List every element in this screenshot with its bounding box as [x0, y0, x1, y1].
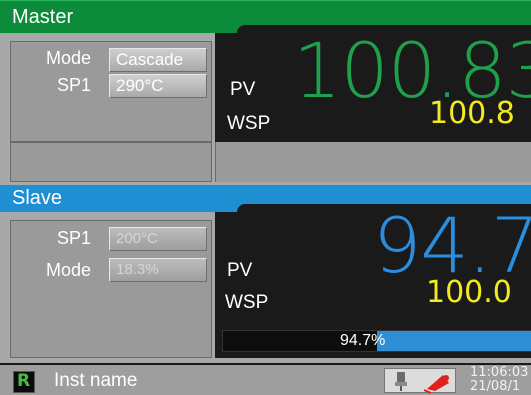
- status-icons[interactable]: [384, 368, 456, 394]
- slave-params-panel: SP1 200°C Mode 18.3%: [10, 220, 212, 358]
- slave-pv-value: 94.7: [373, 212, 531, 290]
- status-footer: R Inst name 11:06:03 21/08/1: [0, 363, 531, 395]
- slave-sp1-label: SP1: [56, 228, 91, 248]
- clock: 11:06:03 21/08/1: [470, 366, 528, 394]
- master-mode-label: Mode: [45, 48, 91, 68]
- master-header: Master: [0, 0, 531, 33]
- slave-wsp-value: 100.0: [426, 275, 512, 310]
- slave-header-tab: [237, 204, 531, 212]
- slave-mode-label: Mode: [45, 260, 91, 280]
- master-wsp-value: 100.8: [429, 96, 515, 131]
- master-title: Master: [12, 6, 74, 28]
- slave-title: Slave: [12, 187, 63, 209]
- slave-header: Slave: [0, 185, 531, 212]
- master-pv-label: PV: [230, 79, 256, 100]
- master-params-footer: [10, 142, 212, 182]
- instrument-name: Inst name: [54, 370, 138, 391]
- slave-output-button[interactable]: 18.3%: [109, 258, 207, 282]
- slave-wsp-label: WSP: [225, 292, 269, 313]
- master-header-tab: [237, 25, 531, 33]
- master-status-strip: [215, 142, 531, 182]
- slave-sp1-button[interactable]: 200°C: [109, 227, 207, 251]
- clock-date: 21/08/1: [470, 379, 521, 394]
- master-mode-button[interactable]: Cascade: [109, 48, 207, 72]
- alarm-bell-icon: [423, 375, 449, 394]
- slave-pv-label: PV: [227, 260, 253, 281]
- app-logo[interactable]: R: [13, 371, 35, 393]
- master-pv-panel: 100.83 PV WSP 100.8: [215, 33, 531, 142]
- master-sp1-label: SP1: [56, 75, 91, 95]
- slave-output-bar-text: 94.7%: [340, 332, 386, 349]
- master-wsp-label: WSP: [227, 113, 271, 134]
- clock-time: 11:06:03: [470, 365, 529, 380]
- master-params-panel: Mode Cascade SP1 290°C: [10, 41, 212, 142]
- master-sp1-button[interactable]: 290°C: [109, 74, 207, 98]
